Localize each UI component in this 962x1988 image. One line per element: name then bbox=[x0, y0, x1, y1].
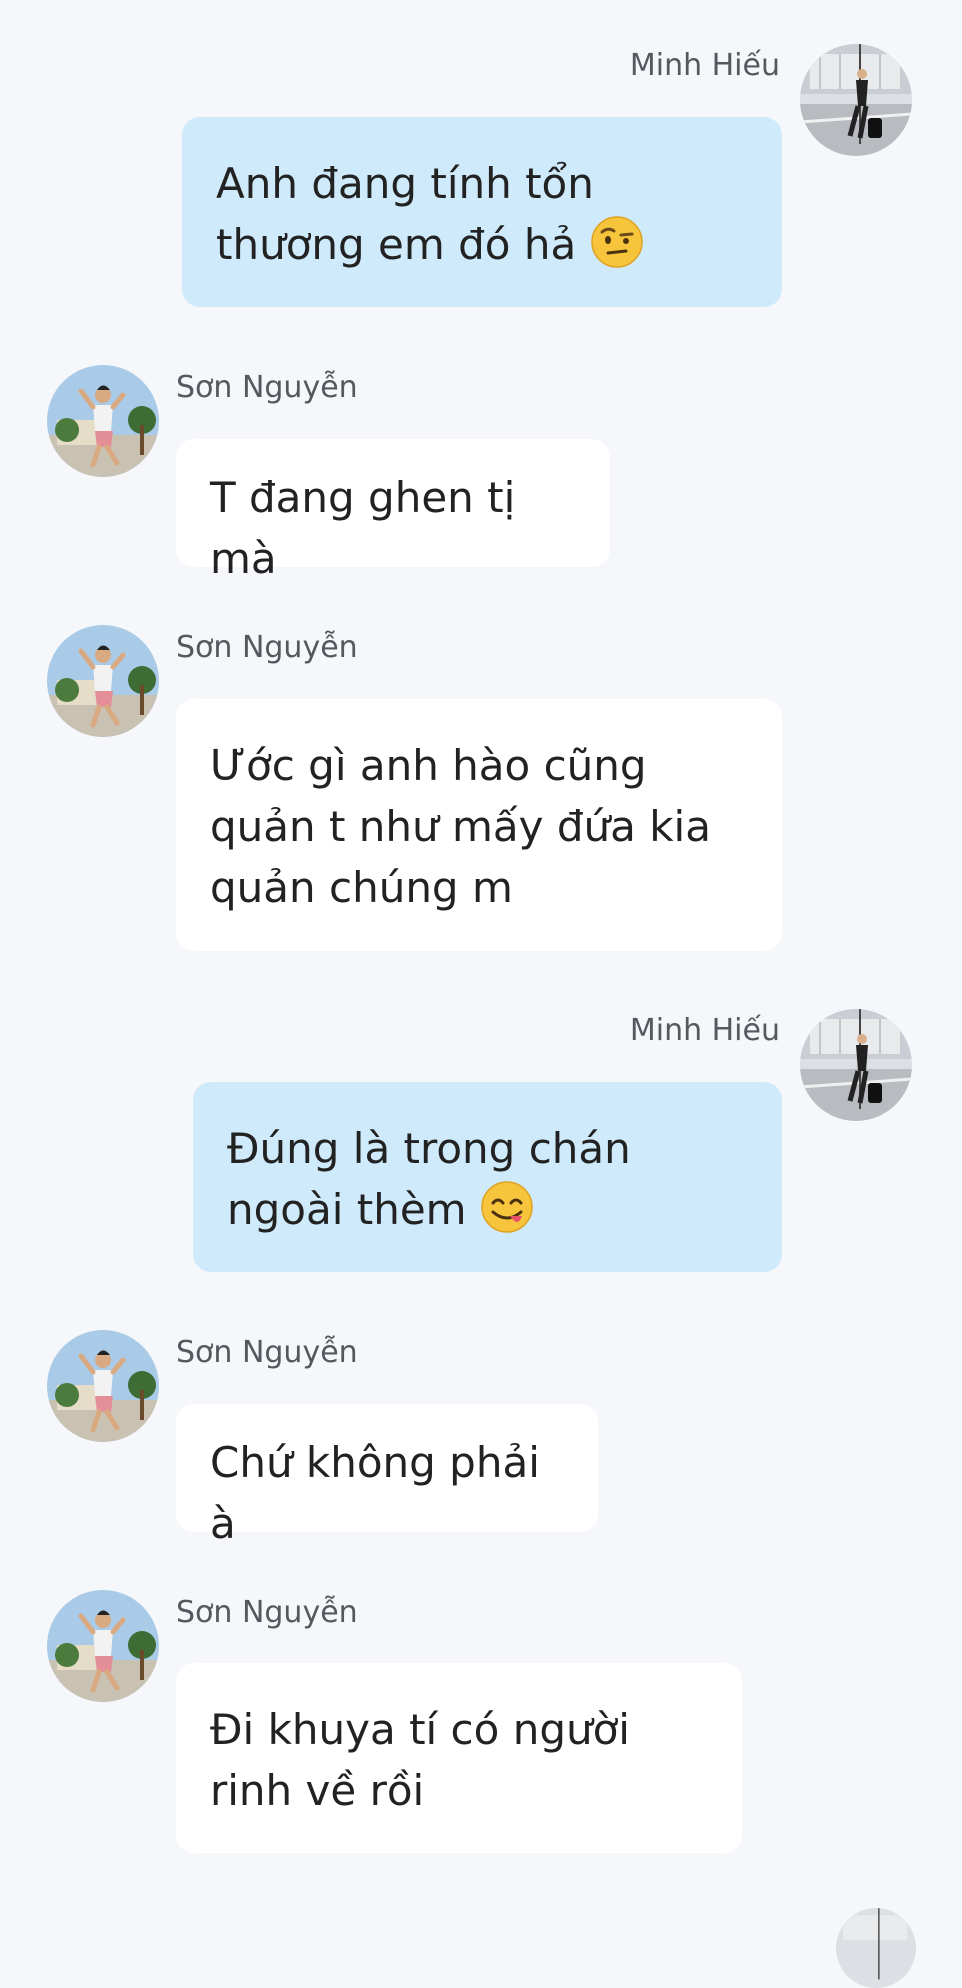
message-bubble[interactable]: Đi khuya tí có người rinh về rồi bbox=[176, 1663, 742, 1853]
sender-name: Minh Hiếu bbox=[629, 1013, 780, 1048]
message-bubble[interactable]: Đúng là trong chán ngoài thèm bbox=[193, 1082, 782, 1272]
avatar-son-nguyen[interactable] bbox=[47, 365, 159, 477]
yum-emoji-icon bbox=[480, 1180, 534, 1234]
chat-thread: Minh Hiếu Anh đang tính tổn thương em đó… bbox=[0, 0, 962, 1988]
avatar-minh-hieu[interactable] bbox=[800, 44, 912, 156]
message-bubble[interactable]: Anh đang tính tổn thương em đó hả bbox=[182, 117, 782, 307]
message-text: Ước gì anh hào cũng quản t như mấy đứa k… bbox=[210, 741, 725, 912]
avatar-son-nguyen[interactable] bbox=[47, 625, 159, 737]
message-text: Anh đang tính tổn thương em đó hả bbox=[216, 159, 608, 269]
raised-eyebrow-emoji-icon bbox=[590, 215, 644, 269]
sender-name: Sơn Nguyễn bbox=[176, 1595, 358, 1630]
message-text: T đang ghen tị mà bbox=[210, 473, 529, 583]
sender-name: Minh Hiếu bbox=[629, 48, 780, 83]
message-bubble[interactable]: T đang ghen tị mà bbox=[176, 439, 610, 583]
message-bubble[interactable]: Chứ không phải à bbox=[176, 1404, 598, 1548]
avatar-minh-hieu[interactable] bbox=[836, 1908, 916, 1988]
message-text: Đúng là trong chán ngoài thèm bbox=[227, 1124, 645, 1234]
message-text: Chứ không phải à bbox=[210, 1438, 554, 1548]
avatar-son-nguyen[interactable] bbox=[47, 1330, 159, 1442]
avatar-son-nguyen[interactable] bbox=[47, 1590, 159, 1702]
message-text: Đi khuya tí có người rinh về rồi bbox=[210, 1705, 644, 1815]
sender-name: Sơn Nguyễn bbox=[176, 630, 358, 665]
sender-name: Sơn Nguyễn bbox=[176, 1335, 358, 1370]
sender-name: Sơn Nguyễn bbox=[176, 370, 358, 405]
message-bubble[interactable]: Ước gì anh hào cũng quản t như mấy đứa k… bbox=[176, 699, 782, 951]
avatar-minh-hieu[interactable] bbox=[800, 1009, 912, 1121]
